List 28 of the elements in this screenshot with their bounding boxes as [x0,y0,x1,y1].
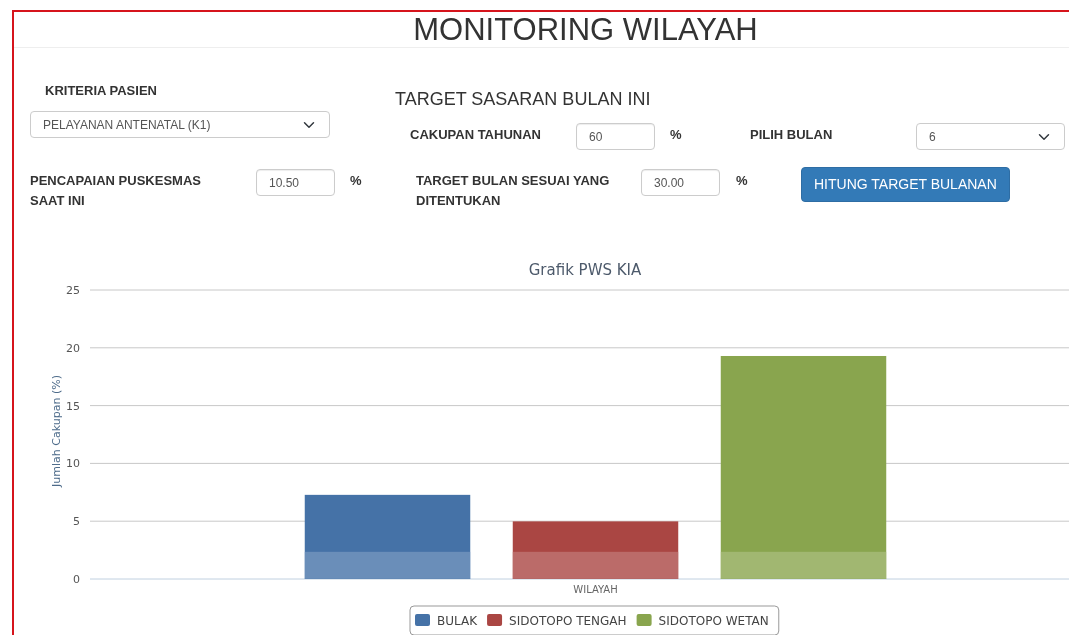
chart-title: Grafik PWS KIA [528,261,642,279]
axis-tick-label: 10 [66,457,80,471]
axis-title: Jumlah Cakupan (%) [50,375,63,487]
month-dropdown[interactable]: 6 [916,123,1065,150]
input-field[interactable]: 10.50 [256,169,335,196]
unit-label: % [736,172,749,190]
category-label: WILAYAH [573,584,618,595]
section-title: TARGET SASARAN BULAN INI [395,88,651,111]
field-label: PENCAPAIAN PUSKESMAS SAAT INI [30,172,202,210]
legend-label[interactable]: BULAK [437,614,478,628]
unit-label: % [350,172,363,190]
calculate-button[interactable]: HITUNG TARGET BULANAN [801,167,1010,202]
field-label: TARGET BULAN SESUAI YANG DITENTUKAN [416,172,611,210]
field-label: PILIH BULAN [750,126,834,144]
field-label: CAKUPAN TAHUNAN [410,126,542,144]
legend-label[interactable]: SIDOTOPO WETAN [658,614,769,628]
input-field[interactable]: 60 [576,123,655,150]
legend-label[interactable]: SIDOTOPO TENGAH [509,614,627,628]
axis-tick-label: 0 [73,573,80,586]
axis-tick-label: 20 [66,341,80,355]
unit-label: % [670,126,683,144]
input-field[interactable]: 30.00 [641,169,720,196]
page-title: MONITORING WILAYAH [412,12,759,47]
axis-tick-label: 15 [66,399,80,413]
axis-tick-label: 5 [73,515,80,529]
field-label: KRITERIA PASIEN [45,82,157,100]
criteria-dropdown[interactable]: PELAYANAN ANTENATAL (K1) [30,111,330,138]
axis-tick-label: 25 [66,284,80,297]
